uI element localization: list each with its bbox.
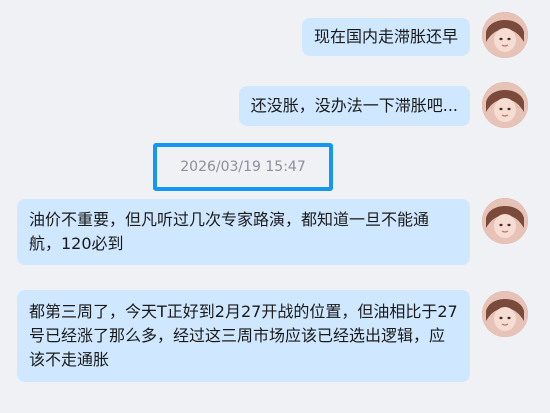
chat-window: 现在国内走滞胀还早 还没胀，没办法一下滞胀吧... 2026/03/19 15:… bbox=[0, 0, 550, 413]
timestamp: 2026/03/19 15:47 bbox=[180, 159, 306, 175]
message-text: 都第三周了，今天T正好到2月27开战的位置，但油相比于27号已经涨了那么多，经过… bbox=[29, 302, 458, 369]
message-bubble[interactable]: 都第三周了，今天T正好到2月27开战的位置，但油相比于27号已经涨了那么多，经过… bbox=[17, 290, 470, 382]
user-avatar-icon[interactable] bbox=[482, 82, 528, 128]
message-bubble[interactable]: 还没胀，没办法一下滞胀吧... bbox=[238, 86, 470, 126]
user-avatar-icon[interactable] bbox=[482, 198, 528, 244]
message-bubble[interactable]: 现在国内走滞胀还早 bbox=[301, 18, 470, 56]
user-avatar-icon[interactable] bbox=[482, 291, 528, 337]
message-text: 现在国内走滞胀还早 bbox=[313, 27, 458, 46]
message-text: 油价不重要，但凡听过几次专家路演，都知道一旦不能通航，120必到 bbox=[29, 210, 430, 253]
user-avatar-icon[interactable] bbox=[482, 12, 528, 58]
timestamp-highlight: 2026/03/19 15:47 bbox=[153, 143, 333, 191]
message-text: 还没胀，没办法一下滞胀吧... bbox=[250, 96, 458, 115]
message-bubble[interactable]: 油价不重要，但凡听过几次专家路演，都知道一旦不能通航，120必到 bbox=[17, 199, 470, 265]
